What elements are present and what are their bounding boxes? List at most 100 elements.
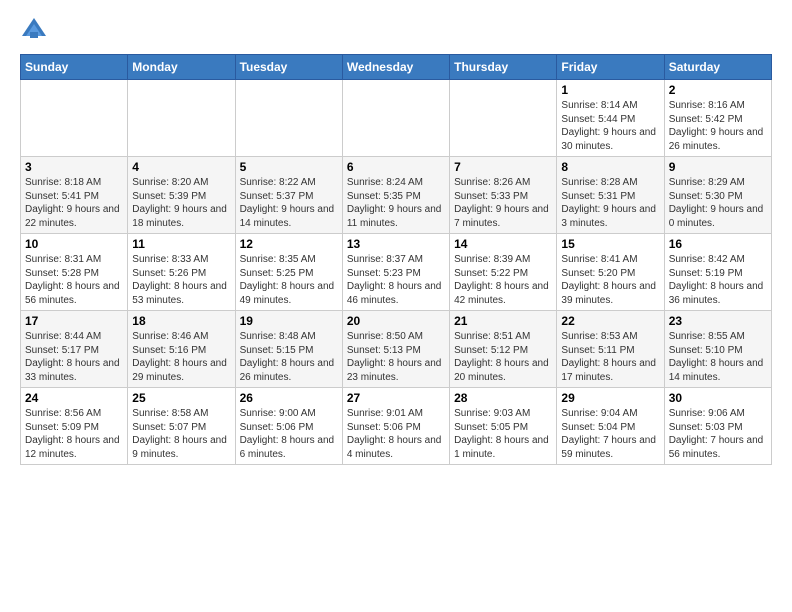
day-info: Sunrise: 8:29 AM Sunset: 5:30 PM Dayligh… — [669, 176, 767, 230]
day-number: 28 — [454, 391, 552, 405]
calendar-cell: 24 Sunrise: 8:56 AM Sunset: 5:09 PM Dayli… — [21, 388, 128, 465]
calendar-week-row: 1 Sunrise: 8:14 AM Sunset: 5:44 PM Daylig… — [21, 80, 772, 157]
calendar-cell: 21 Sunrise: 8:51 AM Sunset: 5:12 PM Dayli… — [450, 311, 557, 388]
day-number: 8 — [561, 160, 659, 174]
day-info: Sunrise: 8:41 AM Sunset: 5:20 PM Dayligh… — [561, 253, 659, 307]
weekday-header-thursday: Thursday — [450, 55, 557, 80]
day-number: 2 — [669, 83, 767, 97]
day-number: 7 — [454, 160, 552, 174]
calendar-cell: 4Sunrise: 8:20 AM Sunset: 5:39 PM Daylig… — [128, 157, 235, 234]
day-info: Sunrise: 8:26 AM Sunset: 5:33 PM Dayligh… — [454, 176, 552, 230]
day-info: Sunrise: 8:31 AM Sunset: 5:28 PM Dayligh… — [25, 253, 123, 307]
day-info: Sunrise: 8:55 AM Sunset: 5:10 PM Dayligh… — [669, 330, 767, 384]
calendar-week-row: 10 Sunrise: 8:31 AM Sunset: 5:28 PM Dayli… — [21, 234, 772, 311]
day-number: 5 — [240, 160, 338, 174]
day-info: Sunrise: 8:14 AM Sunset: 5:44 PM Dayligh… — [561, 99, 659, 153]
day-info: Sunrise: 8:35 AM Sunset: 5:25 PM Dayligh… — [240, 253, 338, 307]
calendar-cell: 12 Sunrise: 8:35 AM Sunset: 5:25 PM Dayli… — [235, 234, 342, 311]
weekday-header-friday: Friday — [557, 55, 664, 80]
day-info: Sunrise: 9:01 AM Sunset: 5:06 PM Dayligh… — [347, 407, 445, 461]
calendar-cell: 18 Sunrise: 8:46 AM Sunset: 5:16 PM Dayli… — [128, 311, 235, 388]
day-number: 26 — [240, 391, 338, 405]
day-info: Sunrise: 8:42 AM Sunset: 5:19 PM Dayligh… — [669, 253, 767, 307]
day-number: 11 — [132, 237, 230, 251]
calendar-cell: 7 Sunrise: 8:26 AM Sunset: 5:33 PM Daylig… — [450, 157, 557, 234]
day-number: 12 — [240, 237, 338, 251]
calendar-cell: 10 Sunrise: 8:31 AM Sunset: 5:28 PM Dayli… — [21, 234, 128, 311]
header — [20, 16, 772, 44]
weekday-header-saturday: Saturday — [664, 55, 771, 80]
day-number: 14 — [454, 237, 552, 251]
day-info: Sunrise: 9:00 AM Sunset: 5:06 PM Dayligh… — [240, 407, 338, 461]
day-info: Sunrise: 8:37 AM Sunset: 5:23 PM Dayligh… — [347, 253, 445, 307]
calendar-page: SundayMondayTuesdayWednesdayThursdayFrid… — [0, 0, 792, 475]
weekday-header-wednesday: Wednesday — [342, 55, 449, 80]
day-number: 15 — [561, 237, 659, 251]
calendar-cell: 5 Sunrise: 8:22 AM Sunset: 5:37 PM Daylig… — [235, 157, 342, 234]
day-number: 24 — [25, 391, 123, 405]
calendar-cell: 11 Sunrise: 8:33 AM Sunset: 5:26 PM Dayli… — [128, 234, 235, 311]
calendar-cell: 22 Sunrise: 8:53 AM Sunset: 5:11 PM Dayli… — [557, 311, 664, 388]
calendar-cell: 17Sunrise: 8:44 AM Sunset: 5:17 PM Dayli… — [21, 311, 128, 388]
day-info: Sunrise: 8:51 AM Sunset: 5:12 PM Dayligh… — [454, 330, 552, 384]
day-number: 3 — [25, 160, 123, 174]
day-info: Sunrise: 9:06 AM Sunset: 5:03 PM Dayligh… — [669, 407, 767, 461]
day-info: Sunrise: 8:39 AM Sunset: 5:22 PM Dayligh… — [454, 253, 552, 307]
weekday-header-sunday: Sunday — [21, 55, 128, 80]
day-number: 20 — [347, 314, 445, 328]
calendar-week-row: 24 Sunrise: 8:56 AM Sunset: 5:09 PM Dayli… — [21, 388, 772, 465]
weekday-header-tuesday: Tuesday — [235, 55, 342, 80]
calendar-cell: 28Sunrise: 9:03 AM Sunset: 5:05 PM Dayli… — [450, 388, 557, 465]
day-number: 17 — [25, 314, 123, 328]
calendar-cell — [21, 80, 128, 157]
day-info: Sunrise: 8:18 AM Sunset: 5:41 PM Dayligh… — [25, 176, 123, 230]
day-number: 22 — [561, 314, 659, 328]
day-info: Sunrise: 8:16 AM Sunset: 5:42 PM Dayligh… — [669, 99, 767, 153]
day-number: 18 — [132, 314, 230, 328]
day-number: 30 — [669, 391, 767, 405]
calendar-cell: 1 Sunrise: 8:14 AM Sunset: 5:44 PM Daylig… — [557, 80, 664, 157]
calendar-week-row: 17Sunrise: 8:44 AM Sunset: 5:17 PM Dayli… — [21, 311, 772, 388]
day-number: 9 — [669, 160, 767, 174]
day-info: Sunrise: 8:33 AM Sunset: 5:26 PM Dayligh… — [132, 253, 230, 307]
calendar-cell: 6 Sunrise: 8:24 AM Sunset: 5:35 PM Daylig… — [342, 157, 449, 234]
calendar-cell — [342, 80, 449, 157]
day-info: Sunrise: 8:24 AM Sunset: 5:35 PM Dayligh… — [347, 176, 445, 230]
day-number: 16 — [669, 237, 767, 251]
day-info: Sunrise: 8:22 AM Sunset: 5:37 PM Dayligh… — [240, 176, 338, 230]
day-number: 6 — [347, 160, 445, 174]
calendar-cell — [235, 80, 342, 157]
day-info: Sunrise: 8:53 AM Sunset: 5:11 PM Dayligh… — [561, 330, 659, 384]
day-number: 1 — [561, 83, 659, 97]
calendar-cell: 29 Sunrise: 9:04 AM Sunset: 5:04 PM Dayli… — [557, 388, 664, 465]
calendar-cell: 9 Sunrise: 8:29 AM Sunset: 5:30 PM Daylig… — [664, 157, 771, 234]
calendar-table: SundayMondayTuesdayWednesdayThursdayFrid… — [20, 54, 772, 465]
day-info: Sunrise: 8:48 AM Sunset: 5:15 PM Dayligh… — [240, 330, 338, 384]
day-number: 29 — [561, 391, 659, 405]
calendar-cell: 19 Sunrise: 8:48 AM Sunset: 5:15 PM Dayli… — [235, 311, 342, 388]
day-number: 25 — [132, 391, 230, 405]
logo — [20, 16, 52, 44]
logo-icon — [20, 16, 48, 44]
calendar-cell: 26 Sunrise: 9:00 AM Sunset: 5:06 PM Dayli… — [235, 388, 342, 465]
calendar-cell: 15 Sunrise: 8:41 AM Sunset: 5:20 PM Dayli… — [557, 234, 664, 311]
day-number: 19 — [240, 314, 338, 328]
day-number: 27 — [347, 391, 445, 405]
day-info: Sunrise: 8:56 AM Sunset: 5:09 PM Dayligh… — [25, 407, 123, 461]
day-info: Sunrise: 8:58 AM Sunset: 5:07 PM Dayligh… — [132, 407, 230, 461]
calendar-cell: 3 Sunrise: 8:18 AM Sunset: 5:41 PM Daylig… — [21, 157, 128, 234]
day-info: Sunrise: 8:46 AM Sunset: 5:16 PM Dayligh… — [132, 330, 230, 384]
calendar-cell: 25 Sunrise: 8:58 AM Sunset: 5:07 PM Dayli… — [128, 388, 235, 465]
calendar-cell — [450, 80, 557, 157]
day-number: 10 — [25, 237, 123, 251]
weekday-header-monday: Monday — [128, 55, 235, 80]
calendar-cell: 23 Sunrise: 8:55 AM Sunset: 5:10 PM Dayli… — [664, 311, 771, 388]
calendar-cell — [128, 80, 235, 157]
calendar-cell: 30 Sunrise: 9:06 AM Sunset: 5:03 PM Dayli… — [664, 388, 771, 465]
calendar-cell: 14 Sunrise: 8:39 AM Sunset: 5:22 PM Dayli… — [450, 234, 557, 311]
day-number: 21 — [454, 314, 552, 328]
day-number: 23 — [669, 314, 767, 328]
calendar-cell: 8Sunrise: 8:28 AM Sunset: 5:31 PM Daylig… — [557, 157, 664, 234]
day-info: Sunrise: 9:04 AM Sunset: 5:04 PM Dayligh… — [561, 407, 659, 461]
day-info: Sunrise: 8:20 AM Sunset: 5:39 PM Dayligh… — [132, 176, 230, 230]
